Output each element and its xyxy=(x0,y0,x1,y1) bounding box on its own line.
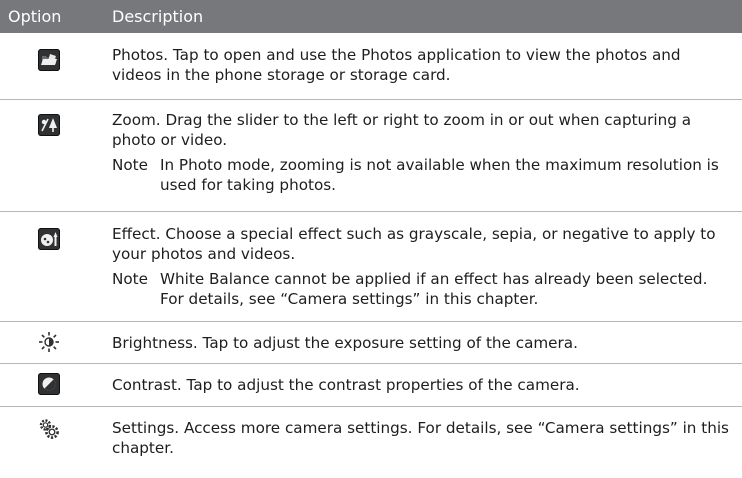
note: Note In Photo mode, zooming is not avail… xyxy=(112,155,732,195)
note-text: White Balance cannot be applied if an ef… xyxy=(160,270,708,308)
row-description: Zoom. Drag the slider to the left or rig… xyxy=(112,111,692,149)
option-name: Settings xyxy=(112,419,175,437)
option-name: Photos xyxy=(112,46,164,64)
table-row: Contrast. Tap to adjust the contrast pro… xyxy=(0,364,742,407)
zoom-icon xyxy=(38,114,60,136)
row-description: Contrast. Tap to adjust the contrast pro… xyxy=(112,376,580,394)
option-column-header: Option xyxy=(8,7,62,26)
option-name: Brightness xyxy=(112,334,193,352)
table-row: Effect. Choose a special effect such as … xyxy=(0,212,742,322)
effect-icon xyxy=(38,228,60,250)
description-column-header: Description xyxy=(112,7,204,26)
note-label: Note xyxy=(112,270,148,288)
note-label: Note xyxy=(112,156,148,174)
table-row: Settings. Access more camera settings. F… xyxy=(0,407,742,477)
row-description: Settings. Access more camera settings. F… xyxy=(112,419,729,457)
note-text: In Photo mode, zooming is not available … xyxy=(160,156,719,194)
photos-folder-icon xyxy=(38,49,60,71)
table-row: Zoom. Drag the slider to the left or rig… xyxy=(0,100,742,212)
row-description: Brightness. Tap to adjust the exposure s… xyxy=(112,334,578,352)
table-header: Option Description xyxy=(0,0,742,33)
option-name: Effect xyxy=(112,225,156,243)
brightness-icon xyxy=(38,331,60,353)
note: Note White Balance cannot be applied if … xyxy=(112,269,732,309)
option-name: Zoom xyxy=(112,111,156,129)
options-table: Option Description Photos. Tap to open a… xyxy=(0,0,742,477)
option-name: Contrast xyxy=(112,376,177,394)
table-row: Photos. Tap to open and use the Photos a… xyxy=(0,33,742,100)
row-description: Photos. Tap to open and use the Photos a… xyxy=(112,46,681,84)
table-row: Brightness. Tap to adjust the exposure s… xyxy=(0,322,742,364)
contrast-icon xyxy=(38,373,60,395)
row-description: Effect. Choose a special effect such as … xyxy=(112,225,716,263)
settings-gears-icon xyxy=(38,418,60,440)
